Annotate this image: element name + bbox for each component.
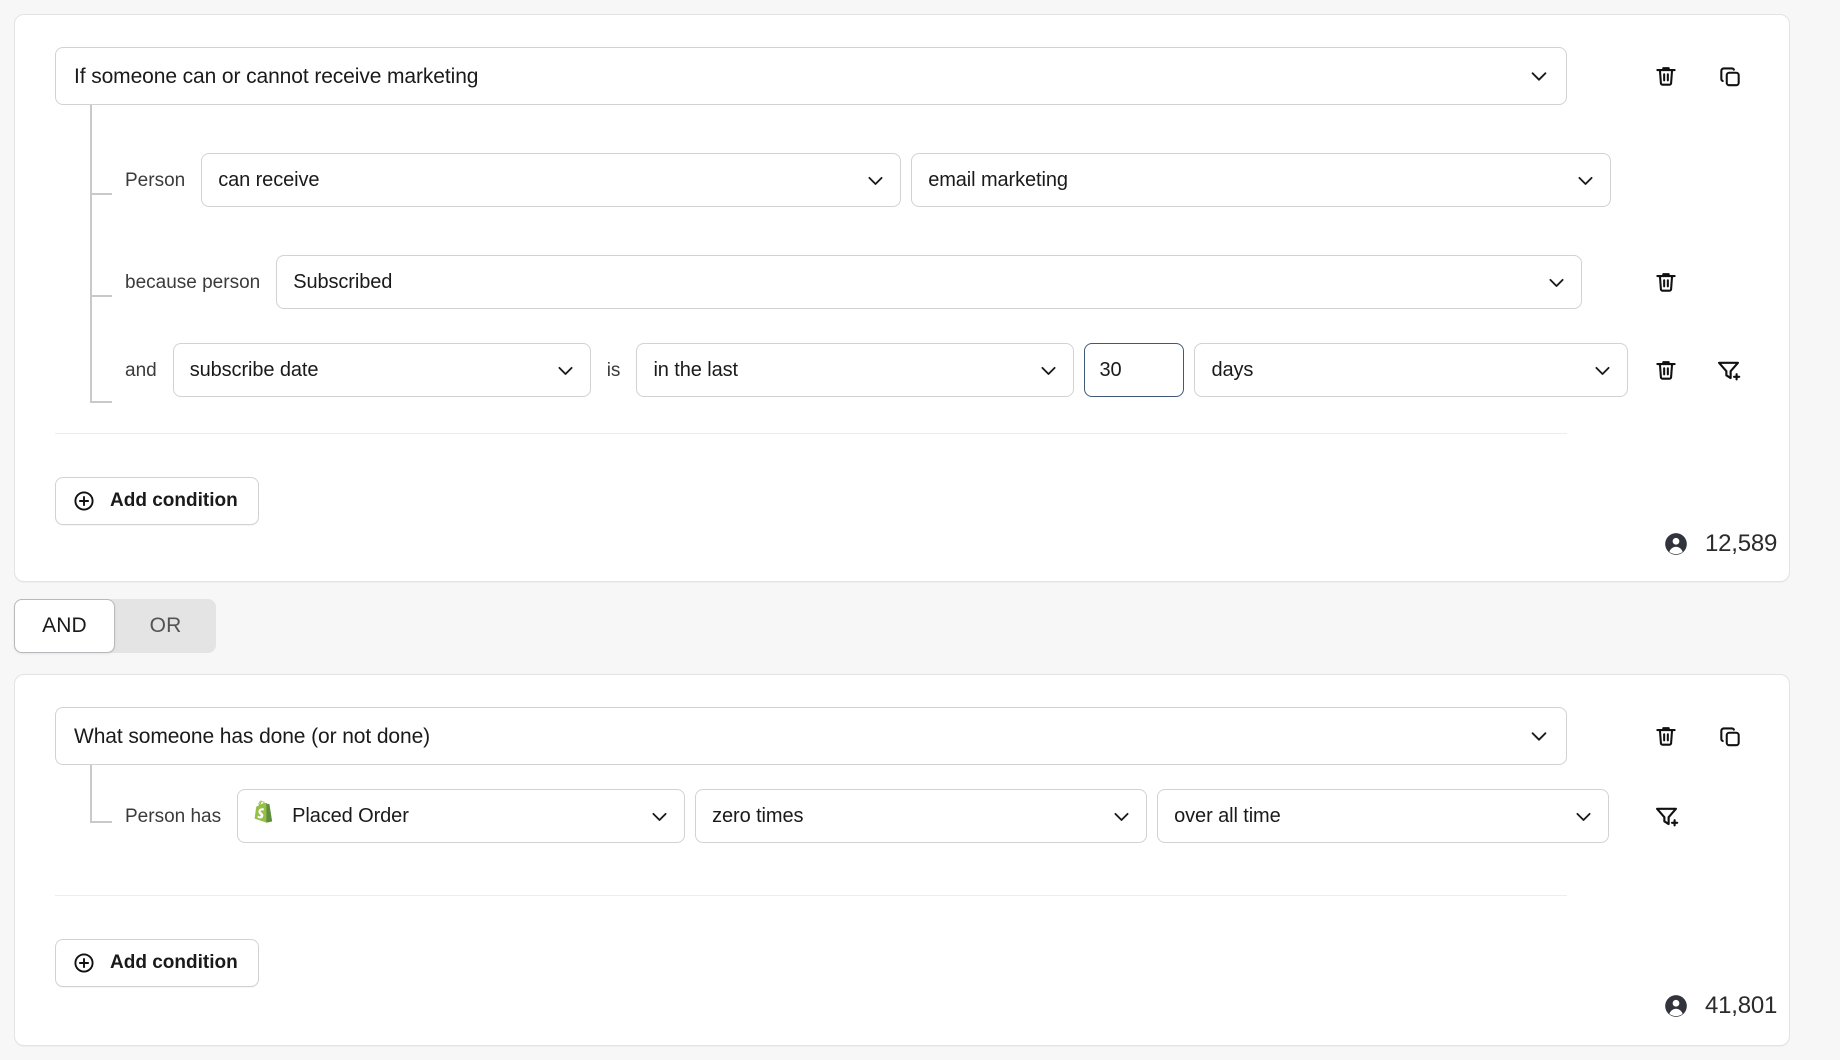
condition-type-select-1[interactable]: If someone can or cannot receive marketi… [55, 47, 1567, 105]
condition-type-select-wrapper-1: If someone can or cannot receive marketi… [55, 47, 1567, 105]
add-condition-button-2[interactable]: Add condition [55, 939, 259, 987]
segment-builder-canvas: If someone can or cannot receive marketi… [0, 0, 1840, 1060]
trash-icon[interactable] [1651, 721, 1681, 751]
condition-group-card-1: If someone can or cannot receive marketi… [14, 14, 1790, 582]
condition-row-2-1: Person has Placed Order zero times [125, 789, 1609, 843]
date-unit-select[interactable]: days [1194, 343, 1628, 397]
select-value: can receive [218, 170, 319, 190]
add-condition-label-2: Add condition [110, 952, 238, 974]
chevron-down-icon [1026, 360, 1059, 381]
condition-type-select-wrapper-2: What someone has done (or not done) [55, 707, 1567, 765]
row-label: Person [125, 171, 185, 190]
filter-plus-icon[interactable] [1713, 355, 1743, 385]
chevron-down-icon [543, 360, 576, 381]
chevron-down-icon [1528, 65, 1550, 87]
select-value: Subscribed [293, 272, 392, 292]
chevron-down-icon [1580, 360, 1613, 381]
row-actions-2-1 [1651, 789, 1681, 843]
member-count-value-2: 41,801 [1705, 994, 1777, 1018]
condition-type-label-2: What someone has done (or not done) [74, 726, 430, 747]
row-label: because person [125, 273, 260, 292]
tree-connector-2 [90, 765, 114, 825]
chevron-down-icon [1534, 272, 1567, 293]
trash-icon[interactable] [1651, 355, 1681, 385]
metric-select[interactable]: Placed Order [237, 789, 685, 843]
trash-icon[interactable] [1651, 267, 1681, 297]
row-actions-1-3 [1651, 343, 1743, 397]
filter-plus-icon[interactable] [1651, 801, 1681, 831]
subscription-reason-select[interactable]: Subscribed [276, 255, 1582, 309]
add-condition-button-1[interactable]: Add condition [55, 477, 259, 525]
condition-row-1-2: because person Subscribed [125, 255, 1582, 309]
shopify-icon [250, 800, 280, 832]
duplicate-icon[interactable] [1715, 61, 1745, 91]
row-mid-label: is [607, 361, 621, 380]
logic-operator-and[interactable]: AND [14, 599, 115, 653]
logic-operator-toggle: AND OR [14, 599, 216, 653]
person-icon [1663, 993, 1689, 1019]
condition-type-label-1: If someone can or cannot receive marketi… [74, 66, 478, 87]
condition-row-1-3: and subscribe date is in the last days [125, 343, 1628, 397]
trash-icon[interactable] [1651, 61, 1681, 91]
person-marketing-ability-select[interactable]: can receive [201, 153, 901, 207]
marketing-channel-select[interactable]: email marketing [911, 153, 1611, 207]
row-label: Person has [125, 807, 221, 826]
group-member-count-1: 12,589 [1663, 531, 1777, 557]
chevron-down-icon [1563, 170, 1596, 191]
member-count-value-1: 12,589 [1705, 532, 1777, 556]
condition-type-select-2[interactable]: What someone has done (or not done) [55, 707, 1567, 765]
duplicate-icon[interactable] [1715, 721, 1745, 751]
group-header-actions-1 [1651, 61, 1745, 91]
date-attribute-select[interactable]: subscribe date [173, 343, 591, 397]
card-divider-2 [55, 895, 1567, 896]
select-value: Placed Order [292, 806, 409, 826]
select-value: over all time [1174, 806, 1281, 826]
tree-connector-1 [90, 105, 114, 405]
date-operator-select[interactable]: in the last [636, 343, 1074, 397]
chevron-down-icon [1099, 806, 1132, 827]
condition-group-card-2: What someone has done (or not done) [14, 674, 1790, 1046]
add-condition-label-1: Add condition [110, 490, 238, 512]
person-icon [1663, 531, 1689, 557]
card-divider-1 [55, 433, 1567, 434]
select-value: subscribe date [190, 360, 319, 380]
frequency-select[interactable]: zero times [695, 789, 1147, 843]
timeframe-select[interactable]: over all time [1157, 789, 1609, 843]
chevron-down-icon [1528, 725, 1550, 747]
group-member-count-2: 41,801 [1663, 993, 1777, 1019]
plus-circle-icon [72, 489, 96, 513]
select-value: zero times [712, 806, 803, 826]
chevron-down-icon [1561, 806, 1594, 827]
chevron-down-icon [637, 806, 670, 827]
select-value: days [1211, 360, 1253, 380]
date-amount-input[interactable] [1084, 343, 1184, 397]
plus-circle-icon [72, 951, 96, 975]
condition-row-1-1: Person can receive email marketing [125, 153, 1611, 207]
logic-operator-or[interactable]: OR [115, 599, 216, 653]
chevron-down-icon [853, 170, 886, 191]
select-value: in the last [653, 360, 738, 380]
select-value: email marketing [928, 170, 1068, 190]
row-actions-1-2 [1651, 255, 1681, 309]
group-header-actions-2 [1651, 721, 1745, 751]
row-label: and [125, 361, 157, 380]
